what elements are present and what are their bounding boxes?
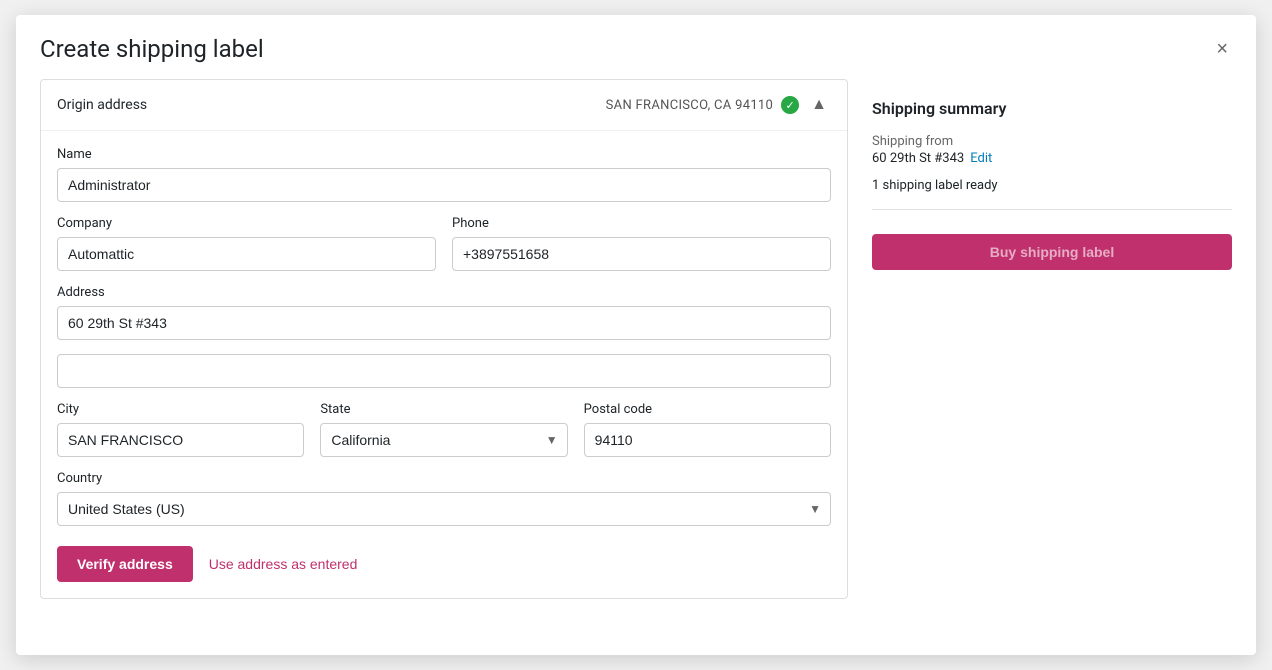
summary-divider xyxy=(872,209,1232,210)
state-select-wrapper: California Alabama Alaska Arizona ▼ xyxy=(320,423,567,457)
origin-address-section: Origin address SAN FRANCISCO, CA 94110 ✓… xyxy=(40,79,848,599)
city-label: City xyxy=(57,402,304,417)
verified-icon: ✓ xyxy=(781,96,799,114)
modal-body: Origin address SAN FRANCISCO, CA 94110 ✓… xyxy=(16,79,1256,655)
phone-field-group: Phone xyxy=(452,216,831,271)
postal-field-group: Postal code xyxy=(584,402,831,457)
country-field-group: Country United States (US) Canada United… xyxy=(57,471,831,526)
country-select-wrapper: United States (US) Canada United Kingdom… xyxy=(57,492,831,526)
labels-ready-status: 1 shipping label ready xyxy=(872,178,1232,193)
verify-address-button[interactable]: Verify address xyxy=(57,546,193,582)
city-field-group: City xyxy=(57,402,304,457)
name-field-group: Name xyxy=(57,147,831,202)
country-label: Country xyxy=(57,471,831,486)
name-label: Name xyxy=(57,147,831,162)
city-input[interactable] xyxy=(57,423,304,457)
summary-title: Shipping summary xyxy=(872,99,1232,118)
company-field-group: Company xyxy=(57,216,436,271)
section-body: Name Company Phone xyxy=(41,131,847,598)
collapse-button[interactable]: ▲ xyxy=(807,94,831,116)
address-label: Address xyxy=(57,285,831,300)
modal-header: Create shipping label × xyxy=(16,15,1256,79)
country-select[interactable]: United States (US) Canada United Kingdom… xyxy=(57,492,831,526)
shipping-from-section: Shipping from 60 29th St #343 Edit xyxy=(872,134,1232,166)
company-input[interactable] xyxy=(57,237,436,271)
address1-input[interactable] xyxy=(57,306,831,340)
state-select[interactable]: California Alabama Alaska Arizona xyxy=(320,423,567,457)
phone-label: Phone xyxy=(452,216,831,231)
postal-input[interactable] xyxy=(584,423,831,457)
form-actions: Verify address Use address as entered xyxy=(57,546,831,582)
shipping-from-label: Shipping from xyxy=(872,134,1232,149)
side-panel: Shipping summary Shipping from 60 29th S… xyxy=(872,79,1232,631)
section-header: Origin address SAN FRANCISCO, CA 94110 ✓… xyxy=(41,80,847,131)
name-input[interactable] xyxy=(57,168,831,202)
edit-link[interactable]: Edit xyxy=(970,151,992,166)
address2-field-group xyxy=(57,354,831,388)
company-label: Company xyxy=(57,216,436,231)
shipping-summary: Shipping summary Shipping from 60 29th S… xyxy=(872,79,1232,290)
city-state-postal-row: City State California Alabama Alaska Ari… xyxy=(57,402,831,471)
close-button[interactable]: × xyxy=(1212,35,1232,63)
section-title: Origin address xyxy=(57,97,147,113)
address1-field-group: Address xyxy=(57,285,831,340)
purchase-button[interactable]: Buy shipping label xyxy=(872,234,1232,270)
company-phone-row: Company Phone xyxy=(57,216,831,285)
state-field-group: State California Alabama Alaska Arizona … xyxy=(320,402,567,457)
section-header-right: SAN FRANCISCO, CA 94110 ✓ ▲ xyxy=(606,94,831,116)
postal-label: Postal code xyxy=(584,402,831,417)
use-as-entered-button[interactable]: Use address as entered xyxy=(209,556,358,572)
address-summary: SAN FRANCISCO, CA 94110 xyxy=(606,98,774,113)
phone-input[interactable] xyxy=(452,237,831,271)
modal-title: Create shipping label xyxy=(40,35,264,63)
address2-input[interactable] xyxy=(57,354,831,388)
create-shipping-label-modal: Create shipping label × Origin address S… xyxy=(16,15,1256,655)
main-panel: Origin address SAN FRANCISCO, CA 94110 ✓… xyxy=(40,79,848,631)
shipping-from-address: 60 29th St #343 xyxy=(872,151,964,166)
shipping-from-value: 60 29th St #343 Edit xyxy=(872,151,1232,166)
state-label: State xyxy=(320,402,567,417)
